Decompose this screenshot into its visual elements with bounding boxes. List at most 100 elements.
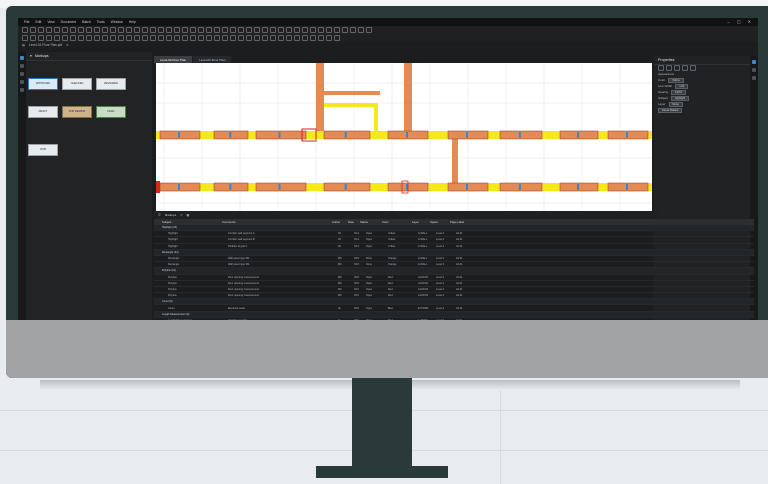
toolbar-tool-icon[interactable] <box>254 35 260 41</box>
toolbar-tool-icon[interactable] <box>70 27 76 33</box>
property-value[interactable]: 1.00 <box>675 83 689 89</box>
toolbar-tool-icon[interactable] <box>222 27 228 33</box>
stamp-s6[interactable]: FINAL <box>96 106 126 118</box>
style-icon[interactable] <box>658 65 664 71</box>
stamp-s2[interactable]: CHECKED <box>62 78 92 90</box>
property-value[interactable]: Yellow <box>668 77 684 83</box>
toolbar-tool-icon[interactable] <box>294 27 300 33</box>
toolbar-tool-icon[interactable] <box>158 27 164 33</box>
menu-item[interactable]: Help <box>129 20 136 24</box>
toolbar-tool-icon[interactable] <box>302 35 308 41</box>
toolbar-tool-icon[interactable] <box>150 35 156 41</box>
column-header[interactable]: Layer <box>412 220 430 224</box>
toolbar-tool-icon[interactable] <box>150 27 156 33</box>
menu-item[interactable]: View <box>47 20 54 24</box>
column-header[interactable]: Comments <box>222 220 332 224</box>
toolbar-tool-icon[interactable] <box>126 35 132 41</box>
toolbar-tool-icon[interactable] <box>78 35 84 41</box>
toolbar-tool-icon[interactable] <box>22 35 28 41</box>
toolbar-tool-icon[interactable] <box>198 27 204 33</box>
toolbar-tool-icon[interactable] <box>102 35 108 41</box>
toolbar-tool-icon[interactable] <box>262 27 268 33</box>
toolbar-tool-icon[interactable] <box>142 27 148 33</box>
menu-item[interactable]: File <box>24 20 29 24</box>
toolbar-tool-icon[interactable] <box>54 27 60 33</box>
toolbar-tool-icon[interactable] <box>310 27 316 33</box>
column-header[interactable]: Subject <box>154 220 222 224</box>
property-value[interactable]: Highlight <box>671 95 690 101</box>
search-icon[interactable] <box>20 88 24 92</box>
stamp-s3[interactable]: REVIEWED <box>96 78 126 90</box>
toolbar-tool-icon[interactable] <box>358 27 364 33</box>
drawing-tab[interactable]: Level-03-Floor Plan <box>193 56 232 63</box>
toolbar-tool-icon[interactable] <box>70 35 76 41</box>
toolbar-tool-icon[interactable] <box>190 35 196 41</box>
toolbar-tool-icon[interactable] <box>318 35 324 41</box>
drawing-canvas[interactable] <box>156 63 652 211</box>
column-header[interactable]: Page Label <box>450 220 490 224</box>
toolbar-tool-icon[interactable] <box>62 35 68 41</box>
toolbar-tool-icon[interactable] <box>198 35 204 41</box>
file-tab[interactable]: Level-02-Floor Plan.pdf <box>29 43 62 47</box>
font-icon[interactable] <box>690 65 696 71</box>
toolbar-tool-icon[interactable] <box>238 35 244 41</box>
menu-item[interactable]: Tools <box>97 20 105 24</box>
toolbar-tool-icon[interactable] <box>326 27 332 33</box>
toolbar-tool-icon[interactable] <box>78 27 84 33</box>
toolbar-tool-icon[interactable] <box>158 35 164 41</box>
toolbar-tool-icon[interactable] <box>182 35 188 41</box>
toolbar-tool-icon[interactable] <box>190 27 196 33</box>
toolbar-tool-icon[interactable] <box>134 27 140 33</box>
toolbar-tool-icon[interactable] <box>294 35 300 41</box>
toolbar-tool-icon[interactable] <box>54 35 60 41</box>
column-header[interactable]: Date <box>348 220 360 224</box>
toolbar-tool-icon[interactable] <box>86 27 92 33</box>
toolbar-tool-icon[interactable] <box>254 27 260 33</box>
line-icon[interactable] <box>682 65 688 71</box>
chevron-down-icon[interactable]: ▾ <box>30 54 32 58</box>
fill-icon[interactable] <box>674 65 680 71</box>
toolbar-tool-icon[interactable] <box>94 35 100 41</box>
toolbar-tool-icon[interactable] <box>214 27 220 33</box>
toolbar-tool-icon[interactable] <box>230 27 236 33</box>
toolbar-tool-icon[interactable] <box>206 35 212 41</box>
toolbar-tool-icon[interactable] <box>302 27 308 33</box>
stamp-s1[interactable]: APPROVED <box>28 78 58 90</box>
stamp-s7[interactable]: VOID <box>28 144 58 156</box>
toolbar-tool-icon[interactable] <box>246 27 252 33</box>
settings-icon[interactable] <box>752 76 756 80</box>
toolbar-tool-icon[interactable] <box>182 27 188 33</box>
toolbar-tool-icon[interactable] <box>166 35 172 41</box>
toolbar-tool-icon[interactable] <box>110 27 116 33</box>
toolbar-tool-icon[interactable] <box>318 27 324 33</box>
filter-icon[interactable]: ▽ <box>180 213 182 217</box>
menu-item[interactable]: Batch <box>82 20 91 24</box>
toolbar-tool-icon[interactable] <box>278 35 284 41</box>
toolbar-tool-icon[interactable] <box>174 27 180 33</box>
properties-icon[interactable] <box>752 60 756 64</box>
markups-panel-icon[interactable] <box>20 56 24 60</box>
toolbar-tool-icon[interactable] <box>310 35 316 41</box>
toolbar-tool-icon[interactable] <box>270 27 276 33</box>
toolbar-tool-icon[interactable] <box>94 27 100 33</box>
toolbar-tool-icon[interactable] <box>262 35 268 41</box>
menu-item[interactable]: Edit <box>35 20 41 24</box>
drawing-tab[interactable]: Level-02-Floor Plan <box>154 56 193 63</box>
toolbar-tool-icon[interactable] <box>350 27 356 33</box>
toolbar-tool-icon[interactable] <box>118 35 124 41</box>
menu-item[interactable]: Document <box>61 20 76 24</box>
toolbar-tool-icon[interactable] <box>278 27 284 33</box>
column-header[interactable]: Status <box>360 220 382 224</box>
thumbnails-icon[interactable] <box>20 64 24 68</box>
toolbar-tool-icon[interactable] <box>214 35 220 41</box>
property-value[interactable]: None <box>668 101 683 107</box>
toolbar-tool-icon[interactable] <box>134 35 140 41</box>
toolbar-tool-icon[interactable] <box>206 27 212 33</box>
toolbar-tool-icon[interactable] <box>30 35 36 41</box>
toolbar-tool-icon[interactable] <box>342 27 348 33</box>
stamp-s5[interactable]: FOR REVIEW <box>62 106 92 118</box>
toolbar-tool-icon[interactable] <box>334 27 340 33</box>
toolbar-tool-icon[interactable] <box>30 27 36 33</box>
stamp-s4[interactable]: DRAFT <box>28 106 58 118</box>
toolbar-tool-icon[interactable] <box>326 35 332 41</box>
